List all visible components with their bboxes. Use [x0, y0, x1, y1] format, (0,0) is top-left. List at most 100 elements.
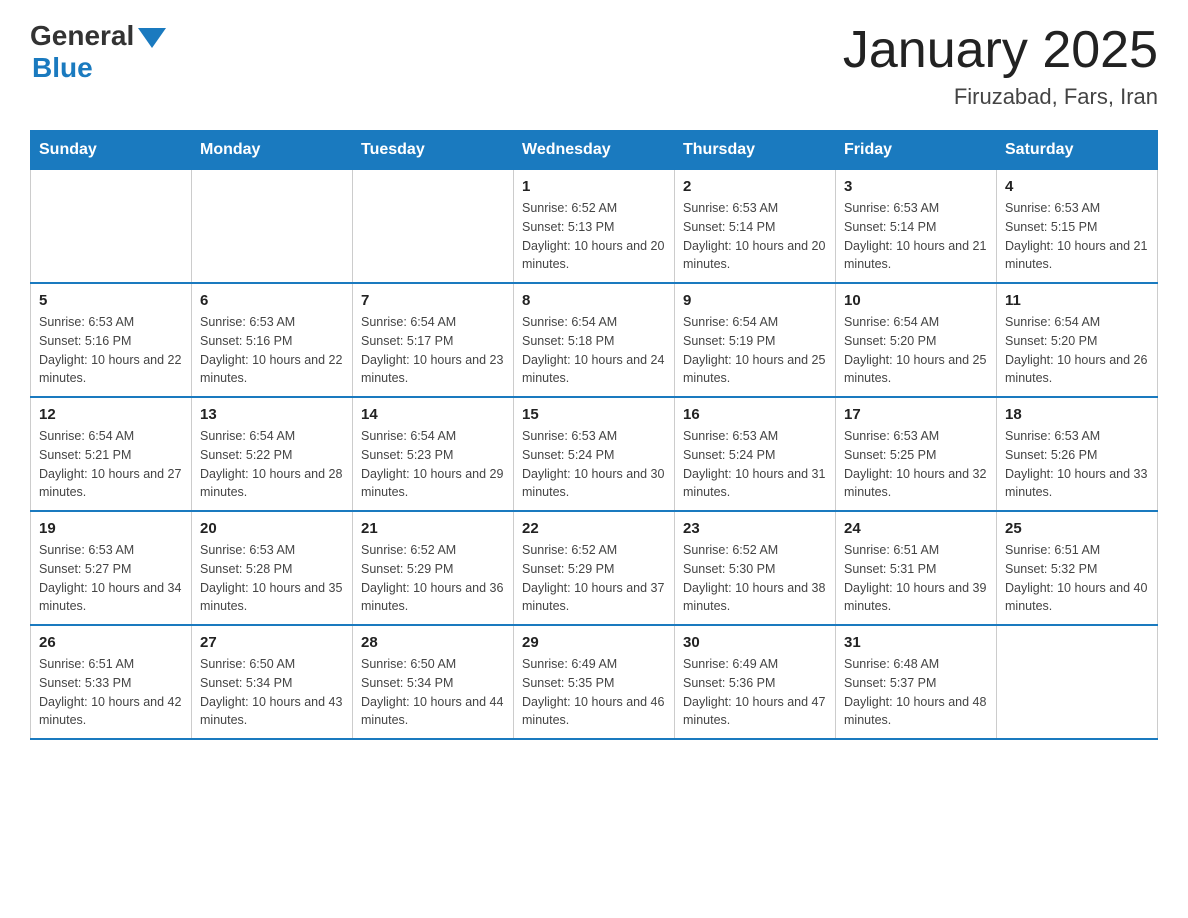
calendar-cell: 1 Sunrise: 6:52 AM Sunset: 5:13 PM Daylig…	[514, 170, 675, 284]
day-info: Sunrise: 6:54 AM Sunset: 5:22 PM Dayligh…	[200, 427, 344, 502]
calendar-cell: 26 Sunrise: 6:51 AM Sunset: 5:33 PM Dayli…	[31, 625, 192, 739]
day-info: Sunrise: 6:54 AM Sunset: 5:23 PM Dayligh…	[361, 427, 505, 502]
day-number: 22	[522, 520, 666, 537]
day-info: Sunrise: 6:49 AM Sunset: 5:35 PM Dayligh…	[522, 655, 666, 730]
logo: General Blue	[30, 20, 166, 84]
day-number: 30	[683, 634, 827, 651]
calendar-cell: 6Sunrise: 6:53 AM Sunset: 5:16 PM Daylig…	[192, 283, 353, 397]
day-info: Sunrise: 6:53 AM Sunset: 5:24 PM Dayligh…	[522, 427, 666, 502]
calendar-cell: 12 Sunrise: 6:54 AM Sunset: 5:21 PM Dayli…	[31, 397, 192, 511]
calendar-cell: 24Sunrise: 6:51 AM Sunset: 5:31 PM Dayli…	[836, 511, 997, 625]
page-header: General Blue January 2025 Firuzabad, Far…	[30, 20, 1158, 110]
day-info: Sunrise: 6:52 AM Sunset: 5:29 PM Dayligh…	[361, 541, 505, 616]
calendar-cell: 4 Sunrise: 6:53 AM Sunset: 5:15 PM Daylig…	[997, 170, 1158, 284]
weekday-header: Monday	[192, 131, 353, 170]
day-info: Sunrise: 6:53 AM Sunset: 5:28 PM Dayligh…	[200, 541, 344, 616]
day-number: 1	[522, 178, 666, 195]
calendar-cell: 31 Sunrise: 6:48 AM Sunset: 5:37 PM Dayli…	[836, 625, 997, 739]
calendar-cell: 2 Sunrise: 6:53 AM Sunset: 5:14 PM Daylig…	[675, 170, 836, 284]
day-info: Sunrise: 6:52 AM Sunset: 5:29 PM Dayligh…	[522, 541, 666, 616]
calendar-cell	[31, 170, 192, 284]
day-info: Sunrise: 6:50 AM Sunset: 5:34 PM Dayligh…	[361, 655, 505, 730]
day-info: Sunrise: 6:53 AM Sunset: 5:14 PM Dayligh…	[683, 199, 827, 274]
calendar-cell: 30 Sunrise: 6:49 AM Sunset: 5:36 PM Dayli…	[675, 625, 836, 739]
calendar-week-row: 19 Sunrise: 6:53 AM Sunset: 5:27 PM Dayli…	[31, 511, 1158, 625]
day-number: 27	[200, 634, 344, 651]
day-number: 14	[361, 406, 505, 423]
day-number: 24	[844, 520, 988, 537]
calendar-cell: 29 Sunrise: 6:49 AM Sunset: 5:35 PM Dayli…	[514, 625, 675, 739]
weekday-header: Tuesday	[353, 131, 514, 170]
day-number: 18	[1005, 406, 1149, 423]
calendar-cell: 11 Sunrise: 6:54 AM Sunset: 5:20 PM Dayli…	[997, 283, 1158, 397]
month-title: January 2025	[843, 20, 1158, 80]
calendar-cell: 13 Sunrise: 6:54 AM Sunset: 5:22 PM Dayli…	[192, 397, 353, 511]
calendar-cell: 16 Sunrise: 6:53 AM Sunset: 5:24 PM Dayli…	[675, 397, 836, 511]
calendar-cell: 28 Sunrise: 6:50 AM Sunset: 5:34 PM Dayli…	[353, 625, 514, 739]
day-number: 13	[200, 406, 344, 423]
day-info: Sunrise: 6:51 AM Sunset: 5:32 PM Dayligh…	[1005, 541, 1149, 616]
day-info: Sunrise: 6:53 AM Sunset: 5:24 PM Dayligh…	[683, 427, 827, 502]
calendar-cell: 3Sunrise: 6:53 AM Sunset: 5:14 PM Daylig…	[836, 170, 997, 284]
calendar-cell: 21Sunrise: 6:52 AM Sunset: 5:29 PM Dayli…	[353, 511, 514, 625]
day-number: 11	[1005, 292, 1149, 309]
calendar-cell: 23 Sunrise: 6:52 AM Sunset: 5:30 PM Dayli…	[675, 511, 836, 625]
location: Firuzabad, Fars, Iran	[843, 84, 1158, 110]
day-info: Sunrise: 6:52 AM Sunset: 5:13 PM Dayligh…	[522, 199, 666, 274]
calendar-week-row: 12 Sunrise: 6:54 AM Sunset: 5:21 PM Dayli…	[31, 397, 1158, 511]
day-info: Sunrise: 6:53 AM Sunset: 5:15 PM Dayligh…	[1005, 199, 1149, 274]
calendar-cell: 20 Sunrise: 6:53 AM Sunset: 5:28 PM Dayli…	[192, 511, 353, 625]
day-info: Sunrise: 6:52 AM Sunset: 5:30 PM Dayligh…	[683, 541, 827, 616]
day-number: 26	[39, 634, 183, 651]
day-number: 10	[844, 292, 988, 309]
day-number: 29	[522, 634, 666, 651]
day-info: Sunrise: 6:50 AM Sunset: 5:34 PM Dayligh…	[200, 655, 344, 730]
day-info: Sunrise: 6:54 AM Sunset: 5:17 PM Dayligh…	[361, 313, 505, 388]
calendar-cell: 22 Sunrise: 6:52 AM Sunset: 5:29 PM Dayli…	[514, 511, 675, 625]
weekday-header: Wednesday	[514, 131, 675, 170]
day-number: 4	[1005, 178, 1149, 195]
day-info: Sunrise: 6:53 AM Sunset: 5:27 PM Dayligh…	[39, 541, 183, 616]
calendar-cell: 27 Sunrise: 6:50 AM Sunset: 5:34 PM Dayli…	[192, 625, 353, 739]
day-number: 28	[361, 634, 505, 651]
calendar-cell: 5Sunrise: 6:53 AM Sunset: 5:16 PM Daylig…	[31, 283, 192, 397]
day-info: Sunrise: 6:53 AM Sunset: 5:16 PM Dayligh…	[39, 313, 183, 388]
day-number: 8	[522, 292, 666, 309]
day-info: Sunrise: 6:53 AM Sunset: 5:26 PM Dayligh…	[1005, 427, 1149, 502]
weekday-header: Sunday	[31, 131, 192, 170]
calendar-cell: 25Sunrise: 6:51 AM Sunset: 5:32 PM Dayli…	[997, 511, 1158, 625]
day-number: 23	[683, 520, 827, 537]
day-number: 15	[522, 406, 666, 423]
day-number: 19	[39, 520, 183, 537]
day-info: Sunrise: 6:48 AM Sunset: 5:37 PM Dayligh…	[844, 655, 988, 730]
calendar-cell: 7Sunrise: 6:54 AM Sunset: 5:17 PM Daylig…	[353, 283, 514, 397]
title-block: January 2025 Firuzabad, Fars, Iran	[843, 20, 1158, 110]
calendar-cell: 9 Sunrise: 6:54 AM Sunset: 5:19 PM Daylig…	[675, 283, 836, 397]
day-number: 20	[200, 520, 344, 537]
day-number: 9	[683, 292, 827, 309]
calendar-table: SundayMondayTuesdayWednesdayThursdayFrid…	[30, 130, 1158, 740]
day-info: Sunrise: 6:54 AM Sunset: 5:20 PM Dayligh…	[1005, 313, 1149, 388]
calendar-cell: 10Sunrise: 6:54 AM Sunset: 5:20 PM Dayli…	[836, 283, 997, 397]
weekday-header: Saturday	[997, 131, 1158, 170]
day-info: Sunrise: 6:54 AM Sunset: 5:19 PM Dayligh…	[683, 313, 827, 388]
calendar-cell	[353, 170, 514, 284]
calendar-week-row: 26 Sunrise: 6:51 AM Sunset: 5:33 PM Dayli…	[31, 625, 1158, 739]
calendar-week-row: 1 Sunrise: 6:52 AM Sunset: 5:13 PM Daylig…	[31, 170, 1158, 284]
day-info: Sunrise: 6:51 AM Sunset: 5:33 PM Dayligh…	[39, 655, 183, 730]
day-info: Sunrise: 6:53 AM Sunset: 5:25 PM Dayligh…	[844, 427, 988, 502]
day-number: 2	[683, 178, 827, 195]
day-number: 3	[844, 178, 988, 195]
calendar-cell: 17Sunrise: 6:53 AM Sunset: 5:25 PM Dayli…	[836, 397, 997, 511]
calendar-cell: 14 Sunrise: 6:54 AM Sunset: 5:23 PM Dayli…	[353, 397, 514, 511]
day-info: Sunrise: 6:54 AM Sunset: 5:21 PM Dayligh…	[39, 427, 183, 502]
calendar-cell: 19 Sunrise: 6:53 AM Sunset: 5:27 PM Dayli…	[31, 511, 192, 625]
weekday-header: Thursday	[675, 131, 836, 170]
day-number: 31	[844, 634, 988, 651]
logo-general-text: General	[30, 20, 134, 52]
day-number: 12	[39, 406, 183, 423]
logo-blue-text: Blue	[32, 52, 93, 84]
day-info: Sunrise: 6:49 AM Sunset: 5:36 PM Dayligh…	[683, 655, 827, 730]
calendar-cell: 18 Sunrise: 6:53 AM Sunset: 5:26 PM Dayli…	[997, 397, 1158, 511]
day-number: 16	[683, 406, 827, 423]
